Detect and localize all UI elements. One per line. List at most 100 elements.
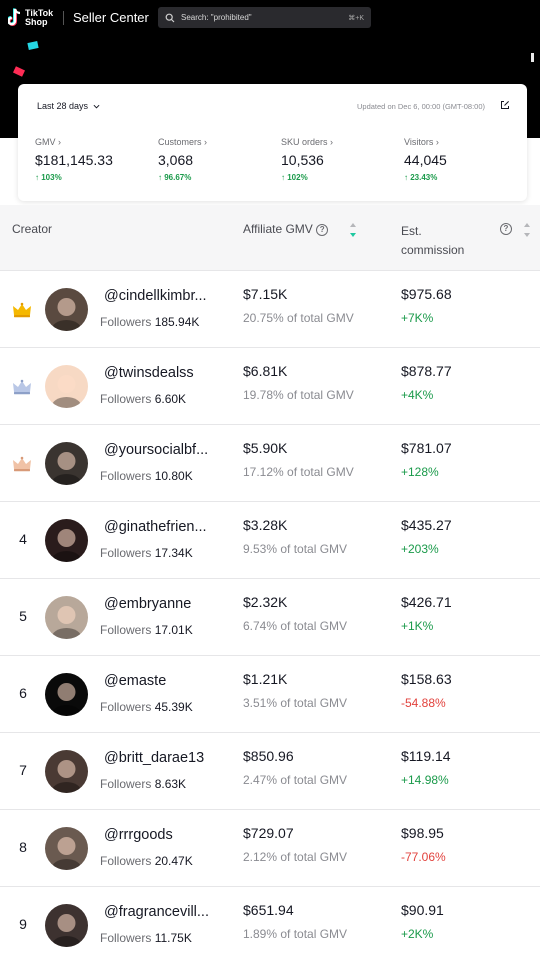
creator-handle[interactable]: @rrrgoods (104, 827, 173, 843)
help-icon[interactable]: ? (316, 223, 329, 236)
gold-crown-icon (13, 302, 31, 318)
affiliate-gmv-value: $729.07 (243, 825, 294, 841)
affiliate-gmv-value: $651.94 (243, 902, 294, 918)
metric-delta: ↑ 103% (35, 173, 62, 182)
metric-value: $181,145.33 (35, 152, 113, 168)
commission-value: $90.91 (401, 902, 444, 918)
search-bar[interactable]: Search: "prohibited" ⌘+K (158, 7, 371, 28)
followers-count: Followers 185.94K (100, 315, 200, 329)
table-row[interactable]: 7 @britt_darae13 Followers 8.63K $850.96… (0, 733, 540, 810)
commission-delta: -77.06% (401, 850, 446, 864)
followers-count: Followers 17.01K (100, 623, 193, 637)
gmv-share: 9.53% of total GMV (243, 542, 348, 556)
period-dropdown[interactable]: Last 28 days (37, 101, 100, 111)
commission-value: $426.71 (401, 594, 452, 610)
export-icon[interactable] (500, 100, 510, 110)
commission-delta: +7K% (401, 311, 434, 325)
search-icon (165, 13, 175, 22)
metric-customers[interactable]: Customers › 3,068 ↑ 96.67% (158, 137, 207, 182)
tiktok-shop-logo[interactable]: TikTok Shop (8, 8, 53, 28)
metric-visitors[interactable]: Visitors › 44,045 ↑ 23.43% (404, 137, 447, 182)
affiliate-gmv-value: $3.28K (243, 517, 288, 533)
commission-value: $98.95 (401, 825, 444, 841)
gmv-share: 3.51% of total GMV (243, 696, 348, 710)
table-row[interactable]: 6 @emaste Followers 45.39K $1.21K 3.51% … (0, 656, 540, 733)
metric-delta: ↑ 102% (281, 173, 308, 182)
column-header-creator: Creator (12, 222, 53, 236)
commission-value: $158.63 (401, 671, 452, 687)
brand-line-2: Shop (25, 17, 48, 27)
table-row[interactable]: @twinsdealss Followers 6.60K $6.81K 19.7… (0, 348, 540, 425)
rank-number: 4 (19, 531, 27, 547)
help-icon[interactable]: ? (500, 223, 512, 235)
creator-handle[interactable]: @twinsdealss (104, 365, 194, 381)
commission-value: $435.27 (401, 517, 452, 533)
app-title[interactable]: Seller Center (73, 10, 149, 25)
followers-count: Followers 8.63K (100, 777, 187, 791)
gmv-share: 1.89% of total GMV (243, 927, 348, 941)
metric-gmv[interactable]: GMV › $181,145.33 ↑ 103% (35, 137, 113, 182)
header-divider (63, 11, 64, 25)
metric-label: SKU orders › (281, 137, 334, 147)
column-header-affiliate-gmv[interactable]: Affiliate GMV ? (243, 222, 329, 236)
rank-number: 7 (19, 762, 27, 778)
creator-handle[interactable]: @yoursocialbf... (104, 442, 208, 458)
creator-handle[interactable]: @britt_darae13 (104, 750, 204, 766)
bronze-crown-icon (13, 456, 31, 472)
rank-number: 6 (19, 685, 27, 701)
gmv-share: 19.78% of total GMV (243, 388, 354, 402)
column-header-label: Affiliate GMV (243, 222, 313, 236)
metric-sku-orders[interactable]: SKU orders › 10,536 ↑ 102% (281, 137, 333, 182)
gmv-share: 6.74% of total GMV (243, 619, 348, 633)
avatar[interactable] (45, 673, 88, 716)
avatar[interactable] (45, 596, 88, 639)
creator-handle[interactable]: @embryanne (104, 596, 191, 612)
search-shortcut: ⌘+K (348, 14, 364, 22)
avatar[interactable] (45, 288, 88, 331)
table-row[interactable]: 5 @embryanne Followers 17.01K $2.32K 6.7… (0, 579, 540, 656)
sort-icon[interactable] (349, 222, 357, 238)
gmv-share: 20.75% of total GMV (243, 311, 354, 325)
followers-count: Followers 11.75K (100, 931, 192, 945)
commission-value: $878.77 (401, 363, 452, 379)
avatar[interactable] (45, 904, 88, 947)
chevron-down-icon (93, 104, 100, 108)
creator-handle[interactable]: @fragrancevill... (104, 904, 209, 920)
metric-label: GMV › (35, 137, 61, 147)
creator-handle[interactable]: @emaste (104, 673, 166, 689)
table-header: Creator Affiliate GMV ? Est. commission … (0, 205, 540, 271)
column-header-label: commission (401, 243, 465, 257)
silver-crown-icon (13, 379, 31, 395)
confetti-decoration (531, 53, 534, 62)
commission-delta: -54.88% (401, 696, 446, 710)
creator-handle[interactable]: @cindellkimbr... (104, 288, 207, 304)
sort-icon[interactable] (523, 222, 531, 238)
avatar[interactable] (45, 442, 88, 485)
rank-number: 5 (19, 608, 27, 624)
table-row[interactable]: 9 @fragrancevill... Followers 11.75K $65… (0, 887, 540, 960)
table-row[interactable]: 4 @ginathefrien... Followers 17.34K $3.2… (0, 502, 540, 579)
affiliate-gmv-value: $6.81K (243, 363, 288, 379)
table-row[interactable]: 8 @rrrgoods Followers 20.47K $729.07 2.1… (0, 810, 540, 887)
avatar[interactable] (45, 750, 88, 793)
avatar[interactable] (45, 519, 88, 562)
metric-label: Customers › (158, 137, 208, 147)
avatar[interactable] (45, 365, 88, 408)
commission-delta: +14.98% (401, 773, 449, 787)
creator-handle[interactable]: @ginathefrien... (104, 519, 207, 535)
affiliate-gmv-value: $5.90K (243, 440, 288, 456)
rank-number: 9 (19, 916, 27, 932)
affiliate-gmv-value: $2.32K (243, 594, 288, 610)
commission-delta: +4K% (401, 388, 434, 402)
commission-delta: +128% (401, 465, 439, 479)
commission-value: $781.07 (401, 440, 452, 456)
metric-value: 44,045 (404, 152, 447, 168)
commission-value: $119.14 (401, 748, 451, 764)
metric-delta: ↑ 96.67% (158, 173, 192, 182)
followers-count: Followers 6.60K (100, 392, 187, 406)
avatar[interactable] (45, 827, 88, 870)
table-row[interactable]: @cindellkimbr... Followers 185.94K $7.15… (0, 271, 540, 348)
commission-delta: +2K% (401, 927, 434, 941)
table-row[interactable]: @yoursocialbf... Followers 10.80K $5.90K… (0, 425, 540, 502)
metric-value: 3,068 (158, 152, 194, 168)
